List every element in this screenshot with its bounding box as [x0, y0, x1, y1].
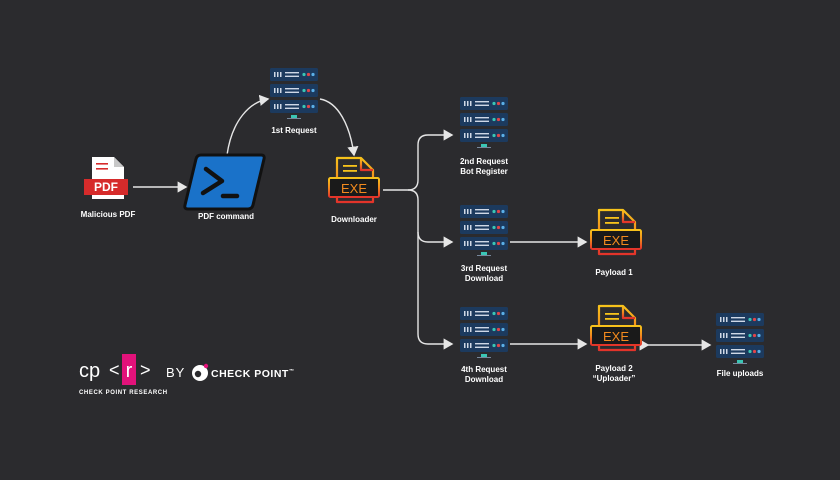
payload1-exe-icon: EXE — [589, 208, 643, 256]
branding-by: BY — [166, 365, 186, 380]
label-3rd-request: 3rd Request Download — [452, 264, 516, 284]
branch-trunk — [383, 129, 454, 191]
label-4th-request-line2: Download — [464, 375, 504, 384]
label-payload2-line1: Payload 2 — [595, 364, 633, 373]
label-1st-request: 1st Request — [271, 126, 317, 135]
downloader-exe-icon: EXE — [327, 156, 381, 204]
label-4th-request: 4th Request Download — [452, 365, 516, 385]
powershell-icon — [183, 153, 266, 211]
arrow-to-server4 — [417, 232, 454, 350]
label-file-uploads: File uploads — [716, 369, 764, 378]
flow-diagram: PDF EXE EXE EXE r cp < > — [79, 0, 840, 385]
checkpoint-wordmark-text: CHECK POINT — [211, 368, 289, 380]
cpr-logo-left: cp — [79, 360, 100, 382]
pdf-icon: PDF — [84, 157, 128, 199]
cpr-subtitle: CHECK POINT RESEARCH — [79, 390, 168, 396]
server-icon-uploads — [716, 313, 764, 364]
label-payload2: Payload 2 “Uploader” — [582, 364, 646, 384]
payload2-exe-text: EXE — [603, 329, 629, 344]
server-icon-3 — [460, 205, 508, 256]
label-2nd-request-line1: 2nd Request — [459, 157, 508, 166]
payload2-exe-icon: EXE — [589, 304, 643, 352]
label-3rd-request-line1: 3rd Request — [460, 264, 508, 273]
checkpoint-trademark: ™ — [288, 368, 295, 375]
pdf-icon-text: PDF — [94, 180, 118, 194]
label-3rd-request-line2: Download — [464, 274, 504, 283]
checkpoint-logo-icon — [192, 363, 209, 381]
label-payload2-line2: “Uploader” — [592, 374, 636, 383]
svg-text:>: > — [140, 360, 151, 380]
server-icon-1 — [270, 68, 318, 119]
cpr-logo: r cp < > — [79, 354, 151, 385]
label-malicious-pdf: Malicious PDF — [80, 210, 136, 219]
label-payload1: Payload 1 — [595, 268, 633, 277]
server-icon-2 — [460, 97, 508, 148]
label-4th-request-line1: 4th Request — [461, 365, 507, 374]
cpr-logo-box-letter: r — [126, 360, 133, 382]
server-icon-4 — [460, 307, 508, 358]
svg-text:<: < — [109, 360, 120, 380]
label-2nd-request-line2: Bot Register — [460, 167, 508, 176]
label-2nd-request: 2nd Request Bot Register — [452, 157, 516, 177]
label-pdf-command: PDF command — [197, 212, 254, 221]
payload1-exe-text: EXE — [603, 233, 629, 248]
label-downloader: Downloader — [331, 215, 377, 224]
downloader-exe-text: EXE — [341, 181, 367, 196]
arrow-to-server3 — [407, 189, 454, 248]
checkpoint-wordmark: CHECK POINT™ — [211, 368, 294, 380]
